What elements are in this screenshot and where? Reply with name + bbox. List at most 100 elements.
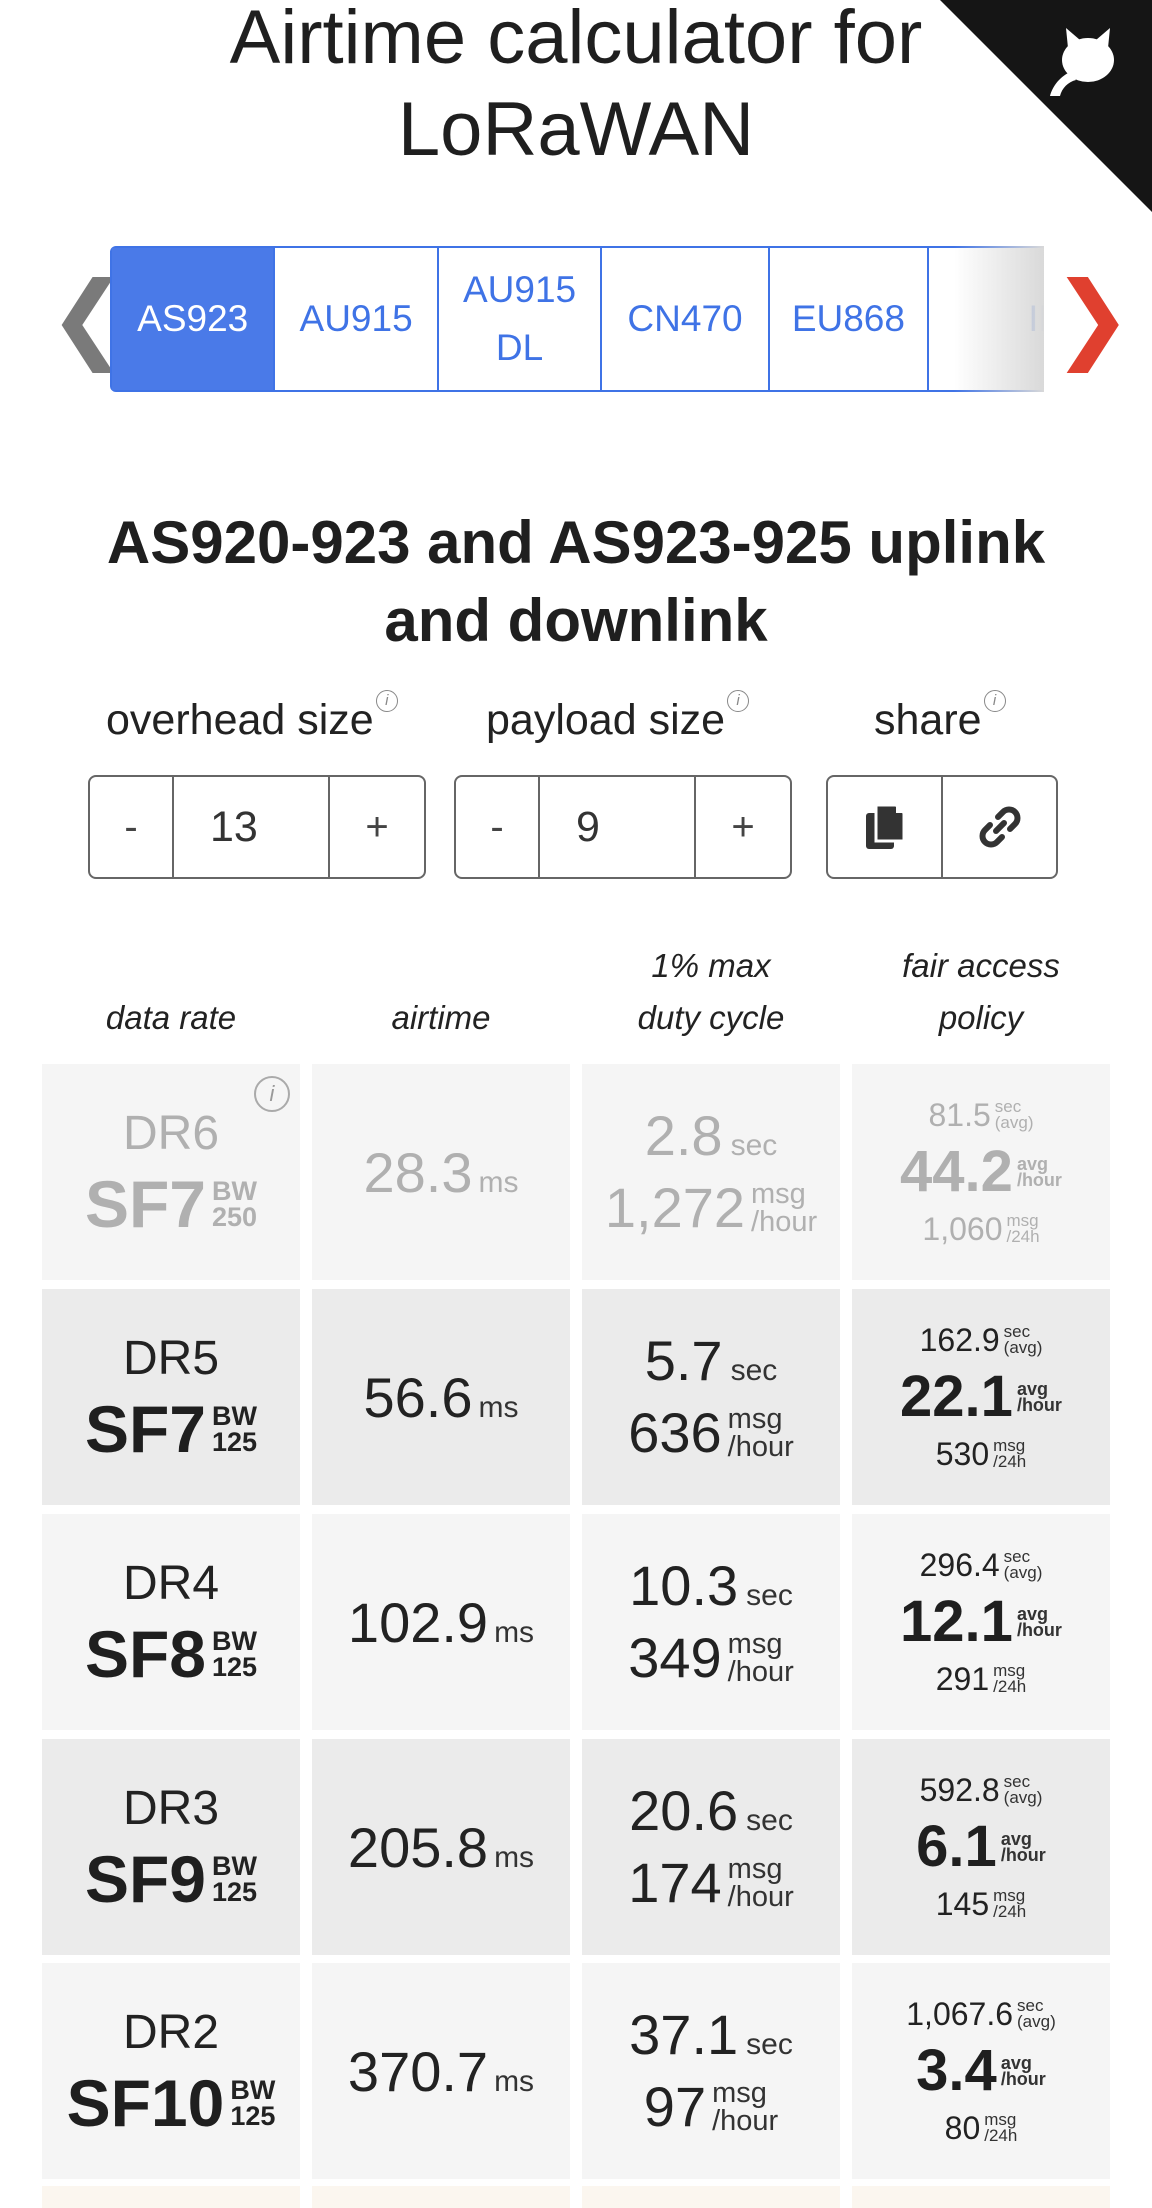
bandwidth-value: 125 <box>211 1877 258 1907</box>
bandwidth-value: 125 <box>211 1652 258 1682</box>
region-heading-line-2: and downlink <box>384 587 768 654</box>
data-rate-label: DR2 <box>122 2006 220 2059</box>
duty-messages-value: 97 <box>643 2075 707 2138</box>
fair-avg-per-hour: 3.4 <box>916 2038 997 2103</box>
duty-interval-value: 10.3 <box>629 1554 739 1617</box>
data-rate-cell: DR4 SF8 BW 125 <box>42 1514 300 1730</box>
bandwidth-value: 125 <box>230 2101 276 2131</box>
bandwidth-label: BW <box>211 1401 257 1431</box>
table-row: DR3 SF9 BW 125 205.8 ms 20.6 sec 174 msg… <box>42 1739 1112 1955</box>
airtime-value: 370.7 <box>347 2039 489 2103</box>
duty-cycle-cell: 5.7 sec 636 msg /hour <box>582 1289 840 1505</box>
data-rate-cell: DR2 SF10 BW 125 <box>42 1963 300 2179</box>
column-header-duty-cycle: 1% max duty cycle <box>637 947 785 1036</box>
table-row-partial <box>42 2186 1112 2208</box>
fair-messages-per-day: 530 <box>935 1436 990 1472</box>
fair-access-cell: 81.5 sec (avg) 44.2 avg /hour 1,060 msg … <box>852 1064 1110 1280</box>
overhead-size-stepper: - 13 + <box>88 775 426 879</box>
payload-size-stepper: - 9 + <box>454 775 792 879</box>
tab-au915-dl[interactable]: AU915 DL <box>438 248 603 390</box>
column-header-airtime: airtime <box>391 999 491 1036</box>
data-rate-label: DR5 <box>122 1332 220 1385</box>
copy-icon <box>865 803 905 849</box>
bandwidth-label: BW <box>211 1626 257 1656</box>
payload-decrement-button[interactable]: - <box>456 777 538 877</box>
duty-interval-value: 37.1 <box>629 2003 739 2066</box>
data-rate-cell: DR3 SF9 BW 125 <box>42 1739 300 1955</box>
data-rate-label: DR6 <box>122 1107 220 1160</box>
duty-messages-value: 349 <box>628 1626 722 1689</box>
airtime-cell: 370.7 ms <box>312 1963 570 2179</box>
table-row: i DR6 SF7 BW 250 28.3 ms 2.8 sec 1,272 m… <box>42 1064 1112 1280</box>
spreading-factor: SF8 <box>84 1617 206 1691</box>
payload-size-label: payload size i <box>486 690 786 750</box>
duty-interval-value: 2.8 <box>644 1104 723 1167</box>
airtime-value: 56.6 <box>363 1365 473 1429</box>
airtime-unit: ms <box>494 1840 535 1874</box>
fair-messages-per-day: 1,060 <box>922 1211 1003 1247</box>
spreading-factor: SF7 <box>84 1167 206 1241</box>
share-label: share i <box>874 690 1034 750</box>
duty-messages-value: 1,272 <box>604 1176 746 1239</box>
bandwidth-label: BW <box>211 1176 257 1206</box>
spreading-factor: SF10 <box>66 2066 225 2140</box>
fair-avg-per-hour: 6.1 <box>916 1814 997 1879</box>
share-controls <box>826 775 1058 879</box>
spreading-factor: SF7 <box>84 1392 206 1466</box>
fair-interval-value: 162.9 <box>919 1322 1000 1358</box>
duty-messages-value: 636 <box>628 1401 722 1464</box>
region-heading-line-1: AS920-923 and AS923-925 uplink <box>106 509 1046 576</box>
fair-interval-value: 592.8 <box>919 1772 1000 1808</box>
payload-size-input[interactable]: 9 <box>538 777 696 877</box>
table-row: DR5 SF7 BW 125 56.6 ms 5.7 sec 636 msg /… <box>42 1289 1112 1505</box>
airtime-cell: 102.9 ms <box>312 1514 570 1730</box>
airtime-unit: ms <box>494 1615 535 1649</box>
overhead-increment-button[interactable]: + <box>330 777 424 877</box>
fair-interval-value: 1,067.6 <box>906 1996 1014 2032</box>
copy-button[interactable] <box>828 777 943 877</box>
overhead-size-input[interactable]: 13 <box>172 777 330 877</box>
link-button[interactable] <box>943 777 1056 877</box>
airtime-unit: ms <box>494 2064 535 2098</box>
tab-eu868[interactable]: EU868 <box>769 248 930 390</box>
fair-access-cell: 296.4 sec (avg) 12.1 avg /hour 291 msg /… <box>852 1514 1110 1730</box>
duty-interval-value: 20.6 <box>629 1779 739 1842</box>
airtime-cell: 56.6 ms <box>312 1289 570 1505</box>
fair-avg-per-hour: 12.1 <box>900 1589 1013 1654</box>
chevron-right-icon[interactable]: ❯ <box>1052 270 1132 366</box>
region-heading: AS920-923 and AS923-925 uplink and downl… <box>0 504 1152 660</box>
tabs-overflow-fade <box>954 246 1044 392</box>
airtime-unit: ms <box>478 1390 519 1424</box>
bandwidth-label: BW <box>211 1851 257 1881</box>
data-rate-cell: DR5 SF7 BW 125 <box>42 1289 300 1505</box>
fair-access-cell: 1,067.6 sec (avg) 3.4 avg /hour 80 msg /… <box>852 1963 1110 2179</box>
tab-cn470[interactable]: CN470 <box>602 248 770 390</box>
info-icon[interactable]: i <box>254 1076 290 1112</box>
fair-messages-per-day: 291 <box>935 1661 990 1697</box>
info-icon[interactable]: i <box>983 690 1006 712</box>
tab-au915[interactable]: AU915 <box>275 248 439 390</box>
duty-cycle-cell: 2.8 sec 1,272 msg /hour <box>582 1064 840 1280</box>
airtime-unit: ms <box>478 1165 519 1199</box>
fair-interval-value: 81.5 <box>928 1097 991 1133</box>
info-icon[interactable]: i <box>727 690 750 712</box>
overhead-decrement-button[interactable]: - <box>90 777 172 877</box>
table-row: DR2 SF10 BW 125 370.7 ms 37.1 sec 97 msg… <box>42 1963 1112 2179</box>
fair-avg-per-hour: 22.1 <box>900 1364 1013 1429</box>
github-corner-icon[interactable] <box>940 0 1152 212</box>
duty-cycle-cell: 20.6 sec 174 msg /hour <box>582 1739 840 1955</box>
info-icon[interactable]: i <box>375 690 398 712</box>
column-header-data-rate: data rate <box>105 999 237 1036</box>
table-row: DR4 SF8 BW 125 102.9 ms 10.3 sec 349 msg… <box>42 1514 1112 1730</box>
duty-messages-value: 174 <box>628 1851 722 1914</box>
tab-as923[interactable]: AS923 <box>112 248 276 390</box>
airtime-cell: 205.8 ms <box>312 1739 570 1955</box>
data-rate-label: DR4 <box>122 1557 220 1610</box>
fair-interval-value: 296.4 <box>919 1547 1000 1583</box>
payload-increment-button[interactable]: + <box>696 777 790 877</box>
fair-avg-per-hour: 44.2 <box>900 1139 1013 1204</box>
airtime-value: 205.8 <box>347 1815 489 1879</box>
bandwidth-label: BW <box>230 2075 276 2105</box>
column-header-fair-access: fair access policy <box>902 947 1060 1036</box>
data-rate-label: DR3 <box>122 1782 220 1835</box>
